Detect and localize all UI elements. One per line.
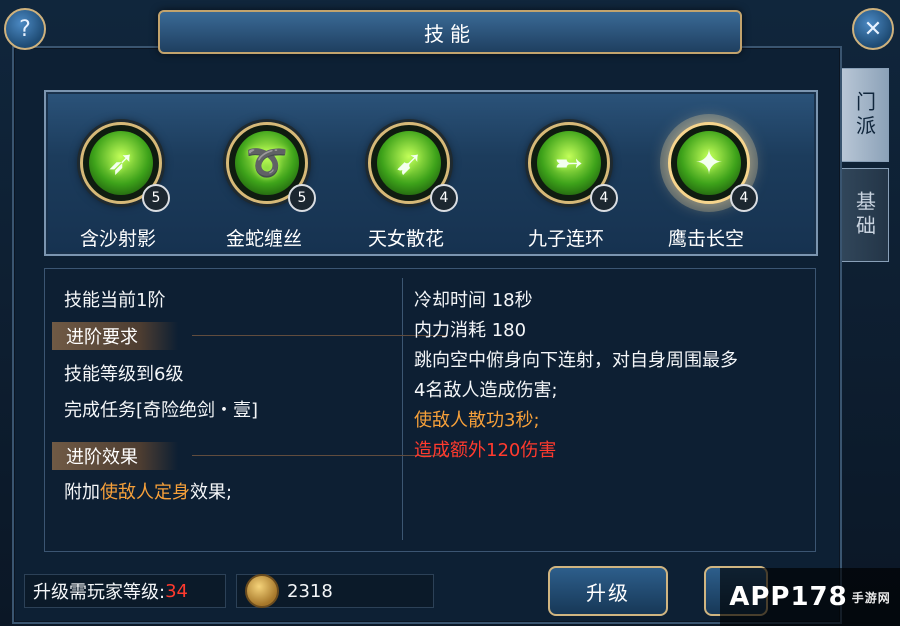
game-window: ? 技能 ✕ 门派 基础 ➶ 5 含沙射影 ➰ 5 金蛇缠丝 ➹ 4 天女散花 …	[0, 0, 900, 626]
skill-level-badge: 4	[430, 184, 458, 212]
skill-item[interactable]: ➶ 5 含沙射影	[58, 100, 178, 254]
description-effect-orange: 使敌人散功3秒;	[414, 410, 540, 431]
skill-name: 金蛇缠丝	[225, 228, 302, 250]
skill-item[interactable]: ➸ 4 九子连环	[506, 100, 626, 254]
skill-list: ➶ 5 含沙射影 ➰ 5 金蛇缠丝 ➹ 4 天女散花 ➸ 4 九子连环 ✦ 4 …	[44, 90, 818, 256]
skill-level-badge: 4	[590, 184, 618, 212]
skill-name: 九子连环	[527, 228, 604, 250]
description-text: 跳向空中俯身向下连射，对自身周围最多	[414, 350, 738, 371]
currency-box: 2318	[236, 574, 434, 608]
skill-level-badge: 5	[288, 184, 316, 212]
advance-effect-header: 进阶效果	[52, 442, 448, 470]
skill-name: 天女散花	[367, 228, 444, 250]
detail-divider	[402, 278, 403, 540]
requirement-item: 完成任务[奇险绝剑・壹]	[64, 400, 259, 421]
title-bar: 技能	[158, 10, 742, 54]
level-requirement-value: 34	[165, 580, 188, 602]
skill-item[interactable]: ➰ 5 金蛇缠丝	[204, 100, 324, 254]
cooldown-text: 冷却时间 18秒	[414, 290, 533, 311]
window-title: 技能	[424, 21, 476, 46]
currency-amount: 2318	[287, 580, 333, 602]
level-requirement-box: 升级需玩家等级: 34	[24, 574, 226, 608]
description-text: 4名敌人造成伤害;	[414, 380, 558, 401]
watermark-logo: APP178 手游网	[720, 568, 900, 626]
tab-sect[interactable]: 门派	[842, 68, 889, 162]
level-requirement-label: 升级需玩家等级:	[33, 582, 166, 603]
question-mark-icon: ?	[19, 16, 31, 42]
requirement-item: 技能等级到6级	[64, 364, 184, 385]
effect-highlight: 使敌人定身	[100, 482, 190, 503]
help-button[interactable]: ?	[4, 8, 46, 50]
close-button[interactable]: ✕	[852, 8, 894, 50]
skill-item-selected[interactable]: ✦ 4 鹰击长空	[646, 100, 766, 254]
skill-stage-text: 技能当前1阶	[64, 290, 166, 311]
skill-item[interactable]: ➹ 4 天女散花	[346, 100, 466, 254]
close-icon: ✕	[863, 16, 883, 42]
tab-basic[interactable]: 基础	[842, 168, 889, 262]
cost-text: 内力消耗 180	[414, 320, 527, 341]
skill-name: 含沙射影	[79, 228, 156, 250]
description-effect-red: 造成额外120伤害	[414, 440, 557, 461]
skill-name: 鹰击长空	[667, 228, 744, 250]
advance-effect-text: 附加使敌人定身效果;	[64, 482, 233, 503]
skill-level-badge: 5	[142, 184, 170, 212]
coin-icon	[245, 574, 279, 608]
upgrade-button[interactable]: 升级	[548, 566, 668, 616]
skill-level-badge: 4	[730, 184, 758, 212]
advance-requirement-header: 进阶要求	[52, 322, 448, 350]
